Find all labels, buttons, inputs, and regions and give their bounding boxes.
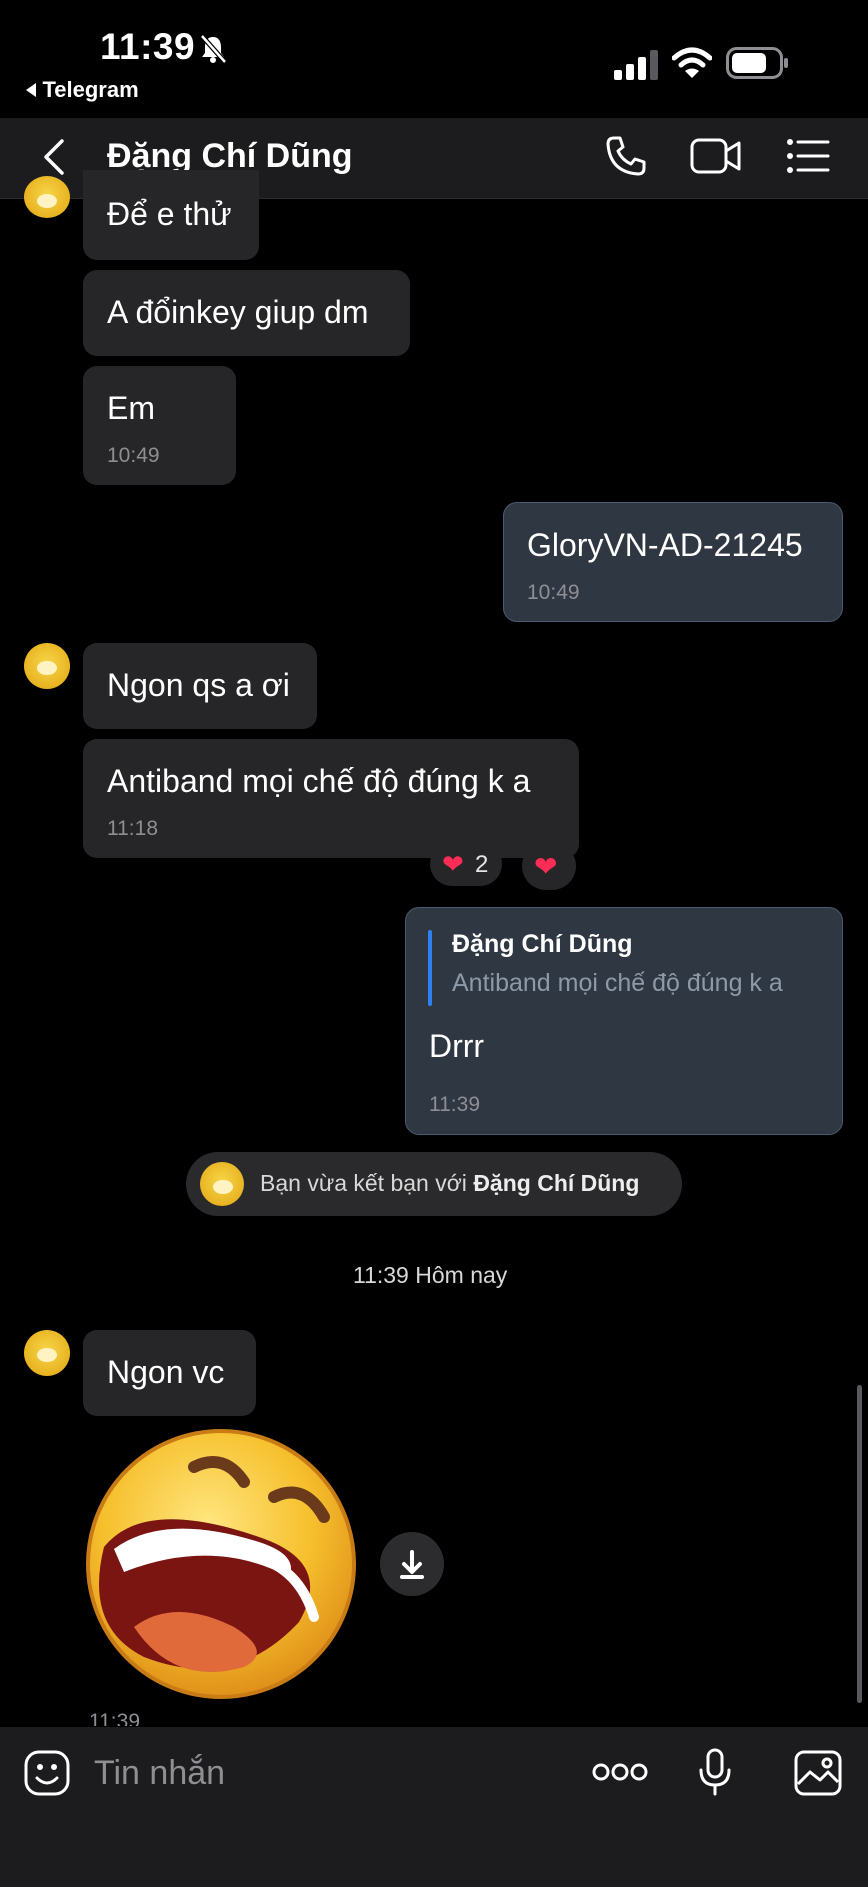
back-app-label: Telegram [42, 77, 139, 102]
reaction-heart-count[interactable]: ❤ 2 [430, 842, 502, 886]
reaction-add-heart[interactable]: ❤ [522, 842, 576, 890]
message-text: A đổinkey giup dm [107, 294, 369, 330]
system-prefix: Bạn vừa kết bạn với [260, 1170, 467, 1196]
date-separator: 11:39 Hôm nay [353, 1262, 508, 1288]
reply-quote: Antiband mọi chế độ đúng k a [452, 969, 783, 997]
more-options-icon[interactable] [592, 1761, 648, 1783]
message-bubble[interactable]: Ngon vc [83, 1330, 256, 1416]
contact-avatar [200, 1162, 244, 1206]
back-chevron-icon[interactable] [42, 138, 66, 176]
message-time: 11:39 [429, 1093, 480, 1116]
sticker-emoji-icon[interactable] [24, 1750, 70, 1796]
message-text: Drrr [429, 1028, 485, 1064]
contact-avatar[interactable] [24, 1330, 70, 1376]
download-icon [400, 1550, 424, 1579]
message-text: Em [107, 390, 155, 426]
contact-avatar[interactable] [24, 643, 70, 689]
message-text: Ngon vc [107, 1354, 225, 1390]
phone-call-icon[interactable] [604, 134, 648, 178]
message-bubble[interactable]: Em 10:49 [83, 366, 236, 485]
heart-icon: ❤ [534, 851, 558, 882]
message-input[interactable]: Tin nhắn [94, 1754, 225, 1793]
composer-bar [0, 1727, 868, 1887]
message-bubble[interactable]: Antiband mọi chế độ đúng k a 11:18 [83, 739, 579, 858]
message-bubble[interactable]: A đổinkey giup dm [83, 270, 410, 356]
battery-icon [726, 47, 788, 79]
reaction-count: 2 [475, 851, 489, 878]
message-text: GloryVN-AD-21245 [527, 527, 803, 563]
reply-sender: Đặng Chí Dũng [452, 930, 633, 958]
message-text: Để e thử [107, 196, 232, 232]
status-time: 11:39 [100, 26, 196, 67]
laughing-sticker[interactable] [84, 1427, 358, 1701]
message-time: 11:18 [107, 817, 158, 840]
heart-icon: ❤ [442, 849, 464, 879]
back-triangle-icon [26, 83, 36, 97]
bell-muted-icon [200, 34, 227, 64]
outgoing-message-bubble[interactable]: GloryVN-AD-21245 10:49 [503, 502, 843, 622]
back-to-app-link[interactable]: Telegram [24, 77, 139, 103]
gallery-icon[interactable] [794, 1750, 842, 1796]
video-call-icon[interactable] [690, 136, 742, 176]
message-time: 10:49 [107, 444, 160, 467]
wifi-icon [672, 47, 712, 78]
microphone-icon[interactable] [698, 1748, 732, 1796]
message-time: 10:49 [527, 581, 580, 604]
message-bubble[interactable]: Ngon qs a ơi [83, 643, 317, 729]
download-button[interactable] [380, 1532, 444, 1596]
system-name: Đặng Chí Dũng [473, 1170, 640, 1196]
menu-list-icon[interactable] [786, 138, 830, 174]
system-notice-text: Bạn vừa kết bạn với Đặng Chí Dũng [260, 1170, 639, 1197]
outgoing-reply-bubble[interactable]: Đặng Chí Dũng Antiband mọi chế độ đúng k… [405, 907, 843, 1135]
sticker-time: 11:39 [89, 1710, 140, 1726]
message-bubble[interactable]: Để e thử [83, 170, 259, 260]
cellular-signal-icon [614, 50, 658, 80]
scrollbar[interactable] [857, 1385, 862, 1703]
contact-avatar[interactable] [24, 176, 70, 218]
reply-bar [428, 930, 432, 1006]
message-text: Antiband mọi chế độ đúng k a [107, 763, 531, 799]
message-text: Ngon qs a ơi [107, 667, 290, 703]
